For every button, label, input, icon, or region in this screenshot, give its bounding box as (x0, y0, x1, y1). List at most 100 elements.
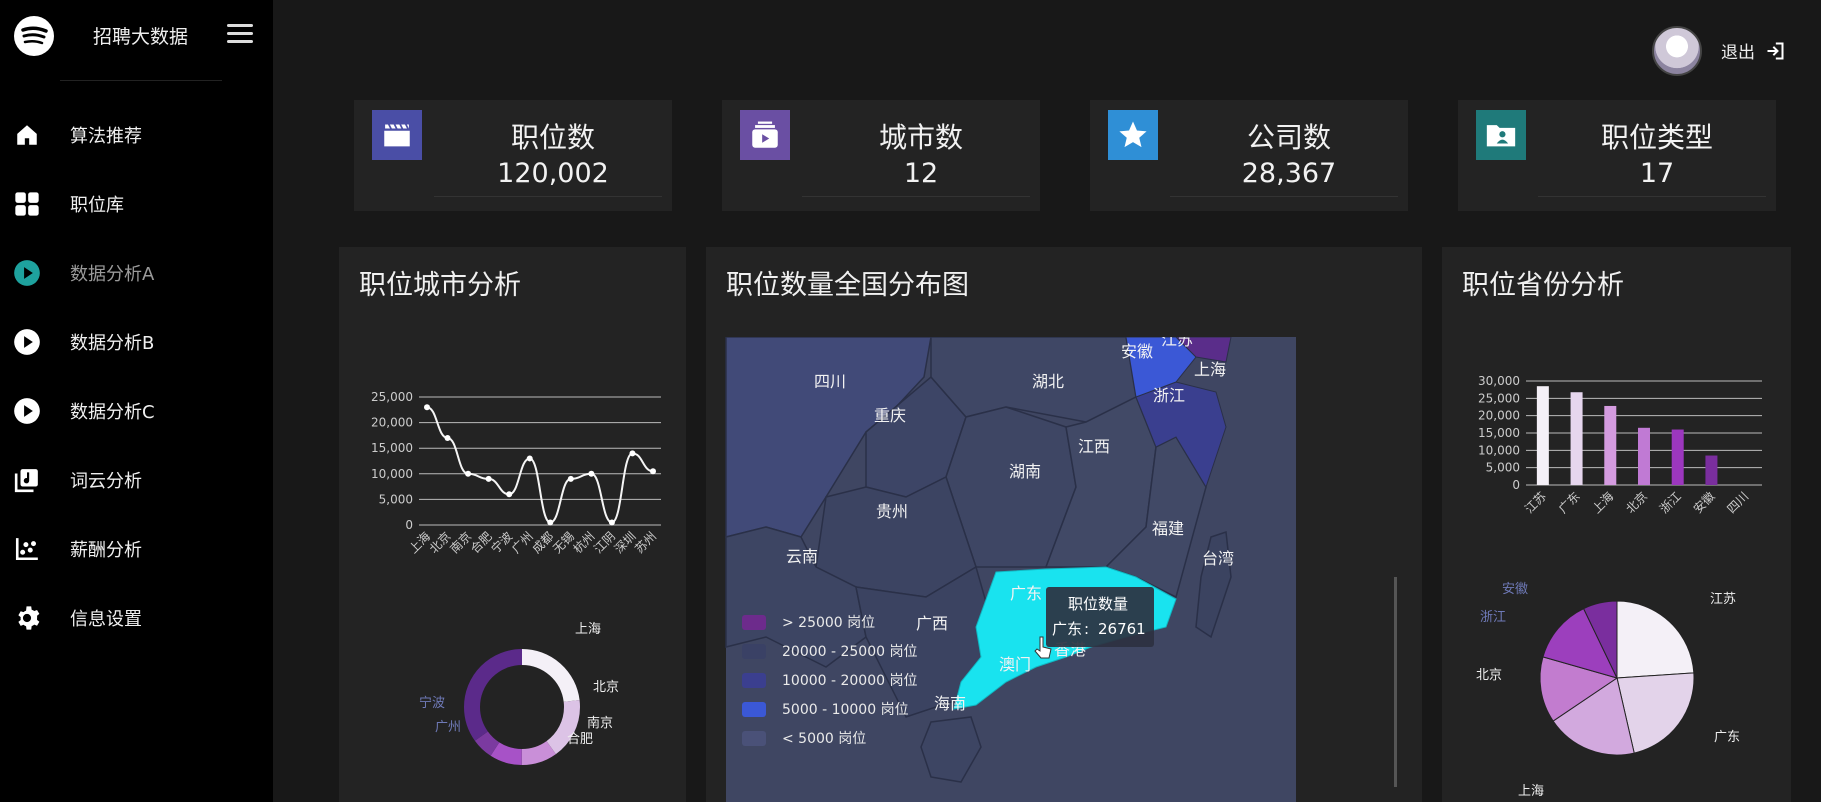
legend-label: 10000 - 20000 岗位 (782, 673, 917, 689)
legend-swatch[interactable] (742, 673, 766, 688)
sidebar-item-salary[interactable]: 薪酬分析 (0, 514, 273, 583)
stat-title: 公司数 (1246, 121, 1331, 154)
sidebar-item-analysis-b[interactable]: 数据分析B (0, 307, 273, 376)
province-pie-chart: 江苏广东上海 北京 浙江 安徽 (1476, 582, 1740, 799)
brand-divider (60, 80, 222, 81)
y-tick-label: 10,000 (1478, 443, 1520, 457)
bar[interactable] (1570, 392, 1583, 485)
donut-label: 上海 (575, 622, 601, 637)
bar[interactable] (1638, 427, 1650, 485)
map-place-label: 安徽 (1121, 342, 1153, 361)
sidebar-item-wordcloud[interactable]: 词云分析 (0, 445, 273, 514)
avatar[interactable] (1652, 26, 1702, 76)
sidebar-item-analysis-a[interactable]: 数据分析A (0, 238, 273, 307)
data-point[interactable] (485, 475, 492, 482)
y-tick-label: 10,000 (371, 467, 413, 481)
pie-label: 广东 (1714, 730, 1740, 745)
data-point[interactable] (444, 434, 451, 441)
stat-title: 职位类型 (1600, 121, 1713, 154)
sidebar-item-analysis-c[interactable]: 数据分析C (0, 376, 273, 445)
bar[interactable] (1604, 405, 1617, 485)
x-tick-label: 浙江 (1657, 489, 1684, 516)
sidebar-item-label: 词云分析 (70, 470, 142, 492)
data-point[interactable] (629, 450, 636, 457)
brand: 招聘大数据 (0, 0, 273, 81)
legend-label: > 25000 岗位 (782, 615, 875, 631)
legend-swatch[interactable] (742, 731, 766, 746)
map-place-label: 贵州 (876, 502, 908, 521)
pie-label: 北京 (1476, 668, 1502, 683)
clapperboard-icon (372, 110, 422, 160)
y-tick-label: 15,000 (371, 441, 413, 455)
stat-divider (1538, 196, 1766, 197)
x-tick-label: 无锡 (549, 529, 577, 557)
donut-label: 北京 (593, 680, 619, 695)
logout-button[interactable]: 退出 (1721, 38, 1785, 63)
y-tick-label: 25,000 (1478, 391, 1520, 405)
sidebar-item-label: 薪酬分析 (70, 539, 142, 561)
china-map[interactable]: 四川重庆湖北湖南江西贵州云南广西广东香港澳门海南福建台湾浙江上海安徽江苏 职位数… (706, 337, 1422, 802)
y-tick-label: 0 (405, 518, 413, 532)
legend-swatch[interactable] (742, 702, 766, 717)
x-tick-label: 北京 (1623, 489, 1650, 516)
city-donut-chart: 上海北京南京合肥 宁波广州 (419, 622, 619, 765)
logout-label: 退出 (1721, 43, 1755, 63)
y-tick-label: 15,000 (1478, 426, 1520, 440)
map-place-label: 台湾 (1202, 549, 1234, 568)
sidebar-item-algorithm[interactable]: 算法推荐 (0, 100, 273, 169)
panel-province-analysis: 职位省份分析 0 5,000 10,000 15,000 20,000 25,000 30,… (1442, 247, 1791, 802)
sidebar-item-settings[interactable]: 信息设置 (0, 583, 273, 652)
y-tick-label: 30,000 (1478, 374, 1520, 388)
gear-icon (12, 603, 42, 633)
app-root: 招聘大数据 算法推荐 职位库 数据分析A 数据分析B 数据分析C 词云分析 薪酬… (0, 0, 1821, 802)
y-tick-label: 20,000 (371, 416, 413, 430)
sidebar-item-job-library[interactable]: 职位库 (0, 169, 273, 238)
bar[interactable] (1671, 429, 1684, 485)
donut-label: 宁波 (419, 695, 445, 711)
x-tick-label: 上海 (406, 529, 434, 557)
bar[interactable] (1705, 455, 1718, 485)
menu-toggle-icon[interactable] (227, 24, 253, 46)
legend-swatch[interactable] (742, 615, 766, 630)
pie-label: 安徽 (1502, 582, 1528, 597)
stat-divider (802, 196, 1030, 197)
panel-city-analysis: 职位城市分析 0 5,000 10,000 15,000 20,000 25,000 上海北… (339, 247, 686, 802)
data-point[interactable] (526, 455, 533, 462)
data-point[interactable] (506, 491, 513, 498)
stat-divider (434, 196, 662, 197)
home-icon (12, 120, 42, 150)
bar[interactable] (1536, 386, 1549, 485)
map-place-label: 四川 (814, 372, 846, 391)
stat-title: 城市数 (878, 121, 963, 154)
map-scrollbar[interactable] (1394, 577, 1397, 787)
data-point[interactable] (465, 470, 472, 477)
stat-card-jobs: 职位数 120,002 (354, 100, 672, 211)
data-point[interactable] (650, 468, 656, 475)
sidebar: 招聘大数据 算法推荐 职位库 数据分析A 数据分析B 数据分析C 词云分析 薪酬… (0, 0, 273, 802)
legend-label: 20000 - 25000 岗位 (782, 644, 917, 660)
logout-icon (1767, 42, 1784, 59)
y-tick-label: 5,000 (379, 492, 413, 506)
data-point[interactable] (547, 519, 554, 526)
map-place-label: 广西 (916, 614, 948, 633)
map-place-label: 福建 (1152, 519, 1184, 538)
sidebar-item-label: 职位库 (70, 194, 124, 216)
pie-label: 上海 (1518, 784, 1544, 799)
panel-title: 职位数量全国分布图 (726, 270, 969, 301)
map-place-label: 湖北 (1032, 372, 1064, 391)
series-line (426, 406, 654, 524)
data-point[interactable] (588, 470, 595, 477)
sidebar-item-label: 数据分析C (70, 401, 155, 423)
panel-map: 职位数量全国分布图 四川 重庆 湖北 湖南 江西 贵州 云南 广西 广东 香港 … (706, 247, 1422, 802)
map-place-label: 江西 (1078, 437, 1110, 456)
pie-label: 浙江 (1480, 610, 1506, 625)
scatter-chart-icon (12, 534, 42, 564)
pie-slice[interactable] (1616, 600, 1695, 679)
legend-label: < 5000 岗位 (782, 731, 866, 747)
map-place-label: 重庆 (874, 406, 906, 425)
data-point[interactable] (424, 404, 430, 411)
map-place-label: 湖南 (1009, 462, 1041, 481)
data-point[interactable] (608, 519, 615, 526)
legend-swatch[interactable] (742, 644, 766, 659)
data-point[interactable] (567, 475, 574, 482)
